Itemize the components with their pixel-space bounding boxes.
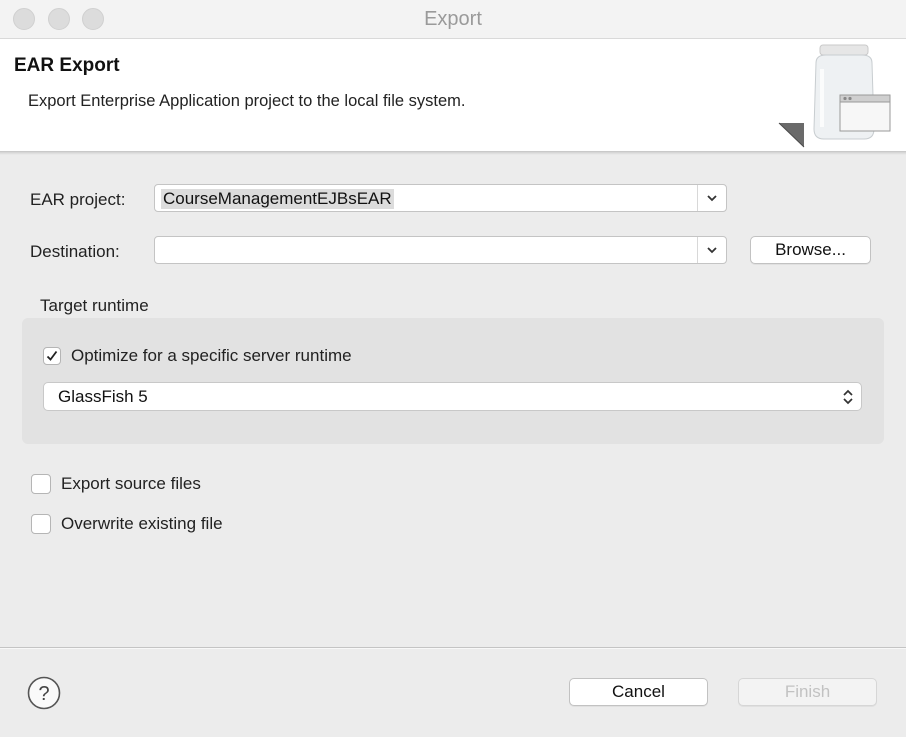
finish-button[interactable]: Finish bbox=[738, 678, 877, 706]
target-runtime-group bbox=[22, 318, 884, 444]
chevron-down-icon[interactable] bbox=[704, 243, 720, 257]
optimize-runtime-label: Optimize for a specific server runtime bbox=[71, 346, 352, 365]
export-dialog: Export EAR Export Export Enterprise Appl… bbox=[0, 0, 906, 737]
banner-divider bbox=[0, 152, 906, 155]
checkbox-box[interactable] bbox=[43, 347, 61, 365]
wizard-banner: EAR Export Export Enterprise Application… bbox=[0, 39, 906, 152]
footer-divider-highlight bbox=[0, 648, 906, 649]
ear-project-label: EAR project: bbox=[30, 190, 126, 209]
combo-separator bbox=[697, 185, 698, 211]
banner-title: EAR Export bbox=[14, 55, 120, 76]
target-runtime-label: Target runtime bbox=[40, 296, 149, 315]
question-mark-circle-icon[interactable]: ? bbox=[27, 676, 61, 710]
checkbox-box[interactable] bbox=[31, 474, 51, 494]
title-bar: Export bbox=[0, 0, 906, 39]
ear-project-combo[interactable]: CourseManagementEJBsEAR bbox=[154, 184, 727, 212]
ear-project-value: CourseManagementEJBsEAR bbox=[161, 189, 394, 209]
export-source-label: Export source files bbox=[61, 474, 201, 493]
export-source-checkbox[interactable]: Export source files bbox=[31, 474, 201, 494]
combo-separator bbox=[697, 237, 698, 263]
overwrite-file-label: Overwrite existing file bbox=[61, 514, 223, 533]
server-runtime-value: GlassFish 5 bbox=[58, 387, 148, 406]
export-jar-icon bbox=[778, 44, 891, 148]
overwrite-file-checkbox[interactable]: Overwrite existing file bbox=[31, 514, 223, 534]
destination-label: Destination: bbox=[30, 242, 120, 261]
window-title: Export bbox=[424, 8, 482, 30]
chevron-down-icon[interactable] bbox=[704, 191, 720, 205]
checkmark-icon bbox=[46, 350, 58, 361]
browse-button[interactable]: Browse... bbox=[750, 236, 871, 264]
destination-combo[interactable] bbox=[154, 236, 727, 264]
checkbox-box[interactable] bbox=[31, 514, 51, 534]
optimize-runtime-checkbox[interactable]: Optimize for a specific server runtime bbox=[43, 346, 352, 366]
cancel-button[interactable]: Cancel bbox=[569, 678, 708, 706]
server-runtime-select[interactable]: GlassFish 5 bbox=[43, 382, 862, 411]
svg-text:?: ? bbox=[38, 683, 49, 705]
banner-description: Export Enterprise Application project to… bbox=[28, 92, 466, 110]
up-down-chevron-icon[interactable] bbox=[841, 388, 855, 406]
